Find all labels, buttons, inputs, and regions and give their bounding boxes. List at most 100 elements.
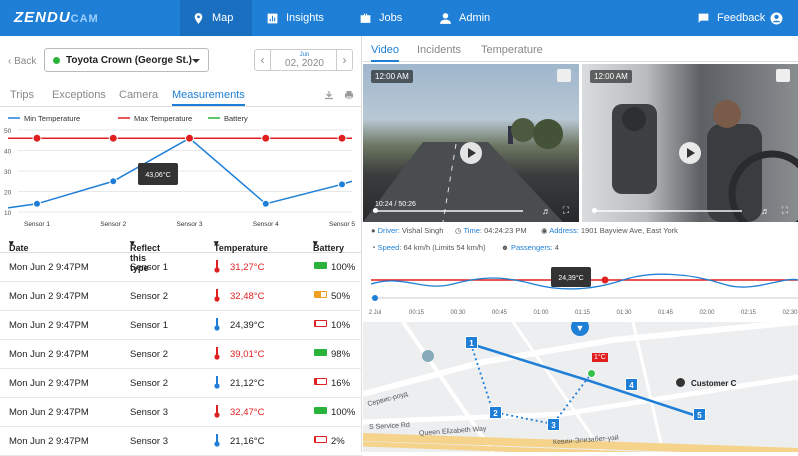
row-battery: 10% [331,320,351,331]
customer-label[interactable]: Customer C [691,379,736,388]
battery-icon [314,262,327,269]
x-tick-1: Sensor 2 [100,221,126,228]
thermometer-icon [214,289,220,302]
nav-map[interactable]: Map [180,0,252,36]
vehicle-select[interactable]: Toyota Crown (George St.) [44,48,209,72]
row-temperature: 39,01°C [230,349,265,360]
fullscreen-icon[interactable]: ⛶ [563,205,569,216]
road-camera-video[interactable]: 12:00 AM 10:24 / 50:26 ♬ ⛶ [363,64,579,222]
timeline-tick-10: 02:30 [782,310,798,316]
row-battery: 2% [331,436,345,447]
video2-download-icon[interactable] [776,69,790,82]
video2-timestamp: 12:00 AM [590,70,632,83]
timeline-tick-2: 00:30 [450,310,466,316]
date-value[interactable]: 02, 2020 [271,58,338,69]
map-marker-2[interactable]: 2 [489,406,502,419]
map-marker-1[interactable]: 1 [465,336,478,349]
battery-icon [314,291,327,298]
video1-progress-handle[interactable] [373,208,378,213]
date-picker: ‹ Jun 02, 2020 › [254,49,353,71]
tab-temperature[interactable]: Temperature [481,44,543,56]
account-button[interactable] [770,0,783,36]
speed-info: ◔ Speed: 64 km/h (Limits 54 km/h) [371,243,486,252]
series-0-point-1 [109,177,118,186]
clock-icon: ◷ [455,226,462,235]
tab-trips[interactable]: Trips [10,89,34,101]
video1-download-icon[interactable] [557,69,571,82]
thermometer-icon [214,260,220,273]
map-marker-4[interactable]: 4 [625,378,638,391]
nav-insights[interactable]: Insights [266,0,324,36]
video1-play-button[interactable] [460,142,482,164]
zenducam-logo[interactable]: ZENDUCAM [14,9,99,26]
col-battery[interactable]: Battery ▾ [313,238,344,253]
nav-jobs[interactable]: Jobs [359,0,402,36]
print-icon[interactable] [344,90,354,100]
table-row[interactable]: Mon Jun 2 9:47PM Sensor 1 31,27°C 100% [0,253,362,282]
current-position-dot[interactable] [587,369,596,378]
col-date[interactable]: Date ▾ [9,238,29,253]
next-date-button[interactable]: › [336,50,352,70]
table-row[interactable]: Mon Jun 2 9:47PM Sensor 2 21,12°C 16% [0,369,362,398]
row-sensor: Sensor 2 [130,349,169,360]
back-link[interactable]: ‹ Back [8,56,36,67]
tab-incidents[interactable]: Incidents [417,44,461,56]
col-temperature[interactable]: Temperature ▾ [214,238,268,253]
tab-camera[interactable]: Camera [119,89,158,101]
series-0-point-3 [261,199,270,208]
map-view[interactable]: 1 2 3 4 5 1°C Customer C Queen Elizabeth… [363,322,798,452]
timeline-tick-3: 00:45 [492,310,508,316]
volume-icon[interactable]: ♬ [761,206,770,216]
row-battery: 100% [331,407,356,418]
fullscreen-icon[interactable]: ⛶ [782,205,788,216]
nav-admin[interactable]: Admin [439,0,490,36]
tab-exceptions[interactable]: Exceptions [52,89,106,101]
series-1-point-1 [108,133,118,143]
time-label: Time: [463,226,482,235]
series-line-0 [7,137,353,209]
video2-progress-bar[interactable] [592,210,742,212]
nav-jobs-label: Jobs [379,12,403,24]
legend-label-0: Min Temperature [24,114,80,123]
driver-label: Driver: [377,226,400,235]
battery-icon [314,378,327,385]
passengers-info: ☻ Passengers: 4 [501,243,559,252]
cabin-camera-video[interactable]: 12:00 AM ♬ ⛶ [582,64,798,222]
volume-icon[interactable]: ♬ [542,206,551,216]
thermometer-icon [214,434,220,447]
video2-play-button[interactable] [679,142,701,164]
map-marker-5[interactable]: 5 [693,408,706,421]
series-0-point-4 [338,180,346,189]
feedback-label: Feedback [717,12,766,24]
temperature-timeline[interactable]: 24,39°C 2 Jul 00:15 00:30 00:45 01:00 01:15 01:… [363,262,798,322]
timeline-tick-9: 02:15 [741,310,757,316]
video2-progress-handle[interactable] [592,208,597,213]
table-row[interactable]: Mon Jun 2 9:47PM Sensor 2 39,01°C 98% [0,340,362,369]
series-1-point-4 [337,133,347,143]
y-tick-4: 50 [4,128,12,135]
speed-value: 64 km/h (Limits 54 km/h) [403,243,486,252]
location-pin-icon: ◉ [541,226,548,235]
top-nav-bar: ZENDUCAM Map Insights Jobs Admin Feedbac… [0,0,798,36]
map-marker-3[interactable]: 3 [547,418,560,431]
table-row[interactable]: Mon Jun 2 9:47PM Sensor 2 32,48°C 50% [0,282,362,311]
row-date: Mon Jun 2 9:47PM [9,349,89,360]
table-row[interactable]: Mon Jun 2 9:47PM Sensor 3 32,47°C 100% [0,398,362,427]
location-pin-icon [194,12,203,24]
table-row[interactable]: Mon Jun 2 9:47PM Sensor 1 24,39°C 10% [0,311,362,340]
col-type[interactable]: Reflect this type ▾ [130,238,160,273]
passengers-label: Passengers: [511,243,553,252]
series-1-point-3 [261,133,271,143]
row-battery: 98% [331,349,351,360]
feedback-button[interactable]: Feedback [697,0,765,36]
map-temperature-flag: 1°C [592,353,608,362]
row-battery: 100% [331,262,356,273]
tab-measurements[interactable]: Measurements [172,89,245,106]
download-icon[interactable] [324,90,334,100]
tab-video[interactable]: Video [371,44,399,62]
vehicle-name: Toyota Crown (George St.) [66,54,192,66]
prev-date-button[interactable]: ‹ [255,50,271,70]
right-tabs: Video Incidents Temperature [363,36,798,62]
video1-progress-bar[interactable] [373,210,523,212]
time-info: ◷ Time: 04:24:23 PM [455,226,527,235]
